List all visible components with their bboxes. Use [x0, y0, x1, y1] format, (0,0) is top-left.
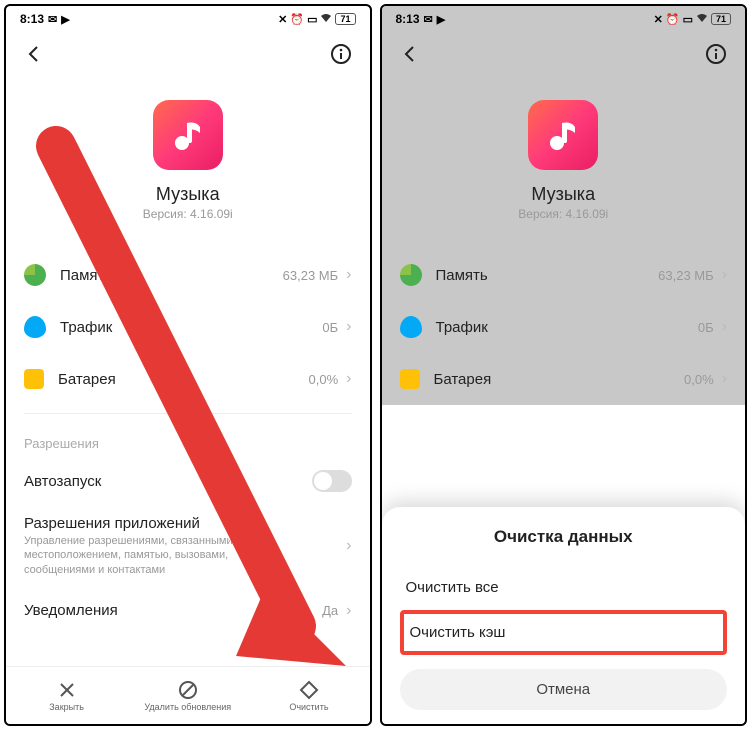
storage-row[interactable]: Память 63,23 МБ ›	[400, 249, 728, 301]
battery-label: Батарея	[58, 371, 309, 388]
permissions-desc: Управление разрешениями, связанными с ме…	[24, 534, 284, 577]
data-usage-row[interactable]: Трафик 0Б ›	[24, 301, 352, 353]
alarm-icon: ⏰	[666, 13, 680, 26]
chevron-right-icon: ›	[346, 266, 351, 284]
battery-icon: 71	[711, 13, 731, 25]
battery-label: Батарея	[434, 371, 685, 388]
battery-usage-icon	[400, 369, 420, 389]
close-label: Закрыть	[49, 702, 84, 712]
youtube-icon: ▶	[61, 13, 69, 26]
app-info-screen: Музыка Версия: 4.16.09i Память 63,23 МБ …	[6, 32, 370, 635]
app-permissions-row[interactable]: Разрешения приложений Управление разреше…	[6, 505, 370, 587]
storage-label: Память	[60, 267, 283, 284]
storage-row[interactable]: Память 63,23 МБ ›	[24, 249, 352, 301]
permissions-section-title: Разрешения	[6, 422, 370, 457]
app-name: Музыка	[156, 184, 220, 205]
data-value: 0Б	[322, 320, 338, 335]
bottom-action-bar: Закрыть Удалить обновления Очистить	[6, 666, 370, 724]
dnd-icon: ✕	[654, 13, 663, 26]
data-label: Трафик	[60, 319, 322, 336]
data-value: 0Б	[698, 320, 714, 335]
wifi-icon	[320, 13, 332, 26]
battery-value: 0,0%	[684, 372, 714, 387]
uninstall-updates-label: Удалить обновления	[144, 702, 231, 712]
status-bar: 8:13 ✉ ▶ ✕ ⏰ ▭ 71	[382, 6, 746, 32]
wifi-icon	[696, 13, 708, 26]
info-button[interactable]	[705, 43, 727, 70]
app-icon	[528, 100, 598, 170]
storage-value: 63,23 МБ	[283, 268, 339, 283]
back-button[interactable]	[24, 44, 44, 69]
phone-left: 8:13 ✉ ▶ ✕ ⏰ ▭ 71	[4, 4, 372, 726]
app-version: Версия: 4.16.09i	[518, 207, 608, 221]
autostart-row[interactable]: Автозапуск	[6, 457, 370, 505]
clear-label: Очистить	[289, 702, 328, 712]
back-button[interactable]	[400, 44, 420, 69]
chevron-right-icon: ›	[722, 370, 727, 388]
battery-usage-icon	[24, 369, 44, 389]
storage-icon	[24, 264, 46, 286]
battery-icon: 71	[335, 13, 355, 25]
status-bar: 8:13 ✉ ▶ ✕ ⏰ ▭ 71	[6, 6, 370, 32]
alarm-icon: ⏰	[290, 13, 304, 26]
vibrate-icon: ▭	[307, 13, 317, 26]
storage-value: 63,23 МБ	[658, 268, 714, 283]
chevron-right-icon: ›	[722, 266, 727, 284]
data-usage-row[interactable]: Трафик 0Б ›	[400, 301, 728, 353]
data-icon	[24, 316, 46, 338]
mail-icon: ✉	[424, 13, 433, 26]
data-icon	[400, 316, 422, 338]
clear-all-option[interactable]: Очистить все	[400, 565, 728, 610]
app-name: Музыка	[531, 184, 595, 205]
close-button[interactable]: Закрыть	[6, 667, 127, 724]
battery-value: 0,0%	[309, 372, 339, 387]
permissions-label: Разрешения приложений	[24, 515, 346, 532]
notifications-value: Да	[322, 603, 338, 618]
info-button[interactable]	[330, 43, 352, 70]
battery-row[interactable]: Батарея 0,0% ›	[24, 353, 352, 405]
notifications-row[interactable]: Уведомления Да ›	[6, 587, 370, 635]
dnd-icon: ✕	[278, 13, 287, 26]
chevron-right-icon: ›	[346, 602, 351, 620]
uninstall-updates-button[interactable]: Удалить обновления	[127, 667, 248, 724]
app-version: Версия: 4.16.09i	[143, 207, 233, 221]
phone-right: 8:13 ✉ ▶ ✕ ⏰ ▭ 71	[380, 4, 748, 726]
clear-cache-option[interactable]: Очистить кэш	[400, 610, 728, 655]
autostart-toggle[interactable]	[312, 470, 352, 492]
chevron-right-icon: ›	[722, 318, 727, 336]
autostart-label: Автозапуск	[24, 473, 312, 490]
sheet-title: Очистка данных	[400, 527, 728, 547]
youtube-icon: ▶	[437, 13, 445, 26]
battery-row[interactable]: Батарея 0,0% ›	[400, 353, 728, 405]
notifications-label: Уведомления	[24, 602, 322, 619]
chevron-right-icon: ›	[346, 370, 351, 388]
storage-label: Память	[436, 267, 659, 284]
app-info-screen-dimmed: Музыка Версия: 4.16.09i Память 63,23 МБ …	[382, 32, 746, 405]
mail-icon: ✉	[48, 13, 57, 26]
vibrate-icon: ▭	[683, 13, 693, 26]
data-label: Трафик	[436, 319, 698, 336]
chevron-right-icon: ›	[346, 537, 351, 555]
cancel-button[interactable]: Отмена	[400, 669, 728, 710]
app-icon	[153, 100, 223, 170]
divider	[24, 413, 352, 414]
clear-data-sheet: Очистка данных Очистить все Очистить кэш…	[382, 507, 746, 724]
clear-button[interactable]: Очистить	[248, 667, 369, 724]
status-time: 8:13	[20, 12, 44, 26]
status-time: 8:13	[396, 12, 420, 26]
chevron-right-icon: ›	[346, 318, 351, 336]
storage-icon	[400, 264, 422, 286]
